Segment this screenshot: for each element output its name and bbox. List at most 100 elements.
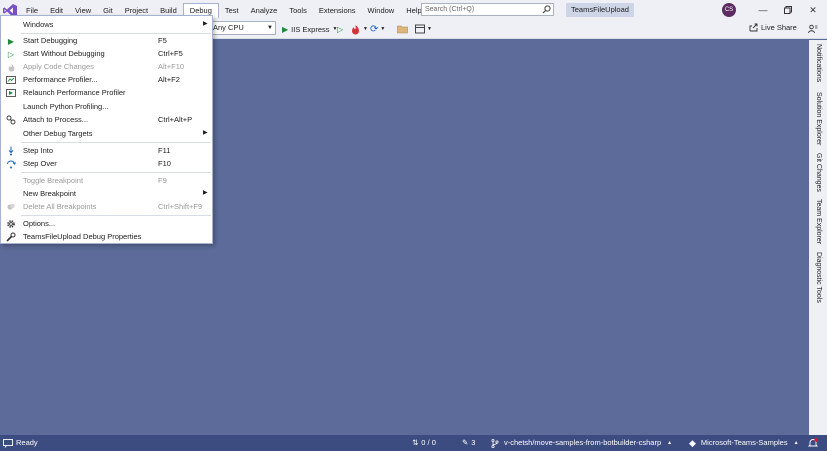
gear-icon <box>6 219 16 229</box>
minimize-icon[interactable]: — <box>751 0 775 20</box>
menu-extensions[interactable]: Extensions <box>313 3 362 18</box>
submenu-arrow-icon: ▶ <box>203 190 208 196</box>
restore-icon[interactable] <box>776 0 800 20</box>
menu-item-shortcut: Ctrl+Alt+P <box>158 115 193 124</box>
menu-item-options[interactable]: Options... <box>1 217 212 230</box>
menu-item-attach-to-process[interactable]: Attach to Process... Ctrl+Alt+P <box>1 113 212 126</box>
tab-git-changes[interactable]: Git Changes <box>809 153 827 192</box>
search-icon <box>542 5 551 18</box>
notification-bell[interactable] <box>808 435 818 451</box>
run-button[interactable]: ▶ IIS Express ▼ <box>282 22 337 36</box>
menu-item-shortcut: F5 <box>158 36 167 45</box>
side-tool-window-tabs: Notifications Solution Explorer Git Chan… <box>809 40 827 435</box>
menu-analyze[interactable]: Analyze <box>245 3 284 18</box>
menu-item-shortcut: F10 <box>158 159 171 168</box>
user-avatar[interactable]: CS <box>722 3 736 17</box>
menu-item-step-over[interactable]: Step Over F10 <box>1 157 212 170</box>
menu-item-toggle-breakpoint: Toggle Breakpoint F9 <box>1 174 212 187</box>
menu-item-label: Options... <box>23 219 56 228</box>
platform-value: Any CPU <box>213 23 244 32</box>
step-over-icon <box>6 159 16 169</box>
menu-item-label: Windows <box>23 20 54 29</box>
refresh-button[interactable]: ⟳ ▼ <box>370 22 385 36</box>
layout-button[interactable]: ▼ <box>415 22 432 36</box>
menu-item-label: Start Debugging <box>23 36 78 45</box>
submenu-arrow-icon: ▶ <box>203 21 208 27</box>
search-input[interactable]: Search (Ctrl+Q) <box>421 3 554 16</box>
menu-item-new-breakpoint[interactable]: New Breakpoint ▶ <box>1 187 212 200</box>
menu-item-debug-properties[interactable]: TeamsFileUpload Debug Properties <box>1 230 212 243</box>
chevron-down-icon: ▼ <box>363 26 368 32</box>
menu-item-other-debug-targets[interactable]: Other Debug Targets ▶ <box>1 127 212 140</box>
menu-item-label: Delete All Breakpoints <box>23 202 97 211</box>
hot-reload-icon <box>6 62 16 72</box>
branch-name: v-chetsh/move-samples-from-botbuilder-cs… <box>504 438 662 447</box>
menu-item-label: Step Into <box>23 146 54 155</box>
play-outline-icon: ▷ <box>7 49 15 59</box>
status-ready-label: Ready <box>16 438 38 447</box>
hot-reload-icon <box>352 24 359 34</box>
status-sync[interactable]: ⇅ 0 / 0 <box>412 435 436 451</box>
debug-menu-dropdown: Windows ▶ ▶ Start Debugging F5 ▷ Start W… <box>0 15 213 244</box>
refresh-icon: ⟳ <box>370 23 379 35</box>
menu-item-shortcut: F9 <box>158 176 167 185</box>
menu-item-label: Apply Code Changes <box>23 62 94 71</box>
menu-item-relaunch-performance-profiler[interactable]: Relaunch Performance Profiler <box>1 86 212 99</box>
performance-profiler-icon <box>6 75 16 85</box>
menu-window[interactable]: Window <box>362 3 401 18</box>
menu-item-delete-all-breakpoints: Delete All Breakpoints Ctrl+Shift+F9 <box>1 200 212 213</box>
menu-item-performance-profiler[interactable]: Performance Profiler... Alt+F2 <box>1 73 212 86</box>
feedback-button[interactable] <box>808 22 818 36</box>
folder-button[interactable] <box>397 22 408 36</box>
status-bar: Ready ⇅ 0 / 0 ✎ 3 v-chetsh/move-samples-… <box>0 435 827 451</box>
menu-item-start-debugging[interactable]: ▶ Start Debugging F5 <box>1 34 212 47</box>
start-without-debugging-button[interactable]: ▷ <box>337 22 343 36</box>
menu-item-label: Launch Python Profiling... <box>23 102 109 111</box>
chevron-down-icon: ▼ <box>427 26 432 32</box>
pencil-icon: ✎ <box>462 438 469 447</box>
relaunch-profiler-icon <box>6 88 16 98</box>
menu-item-label: New Breakpoint <box>23 189 76 198</box>
play-outline-icon: ▷ <box>337 24 344 34</box>
menu-item-start-without-debugging[interactable]: ▷ Start Without Debugging Ctrl+F5 <box>1 47 212 60</box>
sync-counts: 0 / 0 <box>421 438 436 447</box>
delete-breakpoints-icon <box>6 202 16 212</box>
chevron-up-icon: ▲ <box>793 440 799 446</box>
menu-item-shortcut: Ctrl+F5 <box>158 49 183 58</box>
status-repository[interactable]: ◆ Microsoft-Teams-Samples ▲ <box>689 435 799 451</box>
solution-name-badge: TeamsFileUpload <box>566 3 634 17</box>
feedback-icon <box>808 24 818 34</box>
menu-item-launch-python-profiling[interactable]: Launch Python Profiling... <box>1 100 212 113</box>
menu-tools[interactable]: Tools <box>283 3 313 18</box>
live-share-label: Live Share <box>761 23 797 32</box>
menu-test[interactable]: Test <box>219 3 245 18</box>
menu-separator <box>21 142 211 143</box>
tab-solution-explorer[interactable]: Solution Explorer <box>809 92 827 145</box>
attach-process-icon <box>6 115 16 125</box>
pending-count: 3 <box>471 438 476 447</box>
menu-item-label: Other Debug Targets <box>23 129 93 138</box>
folder-icon <box>397 25 408 34</box>
tab-team-explorer[interactable]: Team Explorer <box>809 199 827 244</box>
status-ready: Ready <box>3 435 38 451</box>
menu-item-label: Relaunch Performance Profiler <box>23 88 126 97</box>
menu-item-shortcut: Alt+F10 <box>158 62 185 71</box>
live-share-button[interactable]: Live Share <box>749 23 797 32</box>
menu-item-step-into[interactable]: Step Into F11 <box>1 144 212 157</box>
tab-notifications[interactable]: Notifications <box>809 44 827 82</box>
wrench-icon <box>6 232 16 242</box>
status-window-icon <box>3 438 13 448</box>
close-icon[interactable]: ✕ <box>801 0 825 20</box>
hot-reload-button[interactable]: ▼ <box>350 22 368 36</box>
search-placeholder: Search (Ctrl+Q) <box>425 6 475 13</box>
tab-diagnostic-tools[interactable]: Diagnostic Tools <box>809 252 827 303</box>
chevron-down-icon: ▼ <box>380 26 386 32</box>
live-share-icon <box>749 23 758 32</box>
status-pending-changes[interactable]: ✎ 3 <box>462 435 475 451</box>
repo-diamond-icon: ◆ <box>689 438 696 448</box>
menu-item-windows[interactable]: Windows ▶ <box>1 18 212 31</box>
status-branch[interactable]: v-chetsh/move-samples-from-botbuilder-cs… <box>491 435 672 451</box>
platform-select[interactable]: Any CPU ▼ <box>210 21 276 35</box>
menu-item-label: Attach to Process... <box>23 115 89 124</box>
menu-separator <box>21 172 211 173</box>
